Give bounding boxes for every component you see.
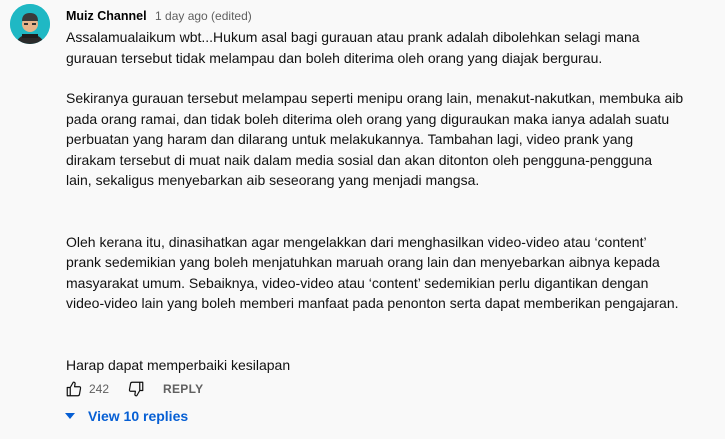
comment-line: Assalamualaikum wbt...Hukum asal bagi gu… [66,29,640,45]
view-replies-button[interactable]: View 10 replies [60,406,188,426]
comment-line: dirakam tersebut di muat naik dalam medi… [66,151,653,168]
thumbs-up-icon [66,381,82,397]
comment-paragraph: Sekiranya gurauan tersebut melampau sepe… [66,88,716,191]
author-name[interactable]: Muiz Channel [66,9,147,23]
comment-paragraph: Oleh kerana itu, dinasihatkan agar menge… [66,232,716,314]
caret-down-icon [60,406,80,426]
comment-line: Sekiranya gurauan tersebut melampau sepe… [66,90,684,106]
comment-line: pada orang ramai, dan tidak boleh diteri… [66,110,670,127]
avatar[interactable] [10,4,50,44]
comment-paragraph: Assalamualaikum wbt...Hukum asal bagi gu… [66,27,716,68]
comment-action-toolbar: 242 REPLY [63,378,203,400]
comment-line: Harap dapat memperbaiki kesilapan [66,356,291,373]
comment-line: video-video lain yang boleh memberi manf… [66,295,679,311]
comment-body: Assalamualaikum wbt...Hukum asal bagi gu… [66,27,716,375]
comment-line: perbuatan yang haram dan dilarang untuk … [66,131,634,147]
reply-button[interactable]: REPLY [163,382,203,396]
dislike-button[interactable] [125,378,147,400]
like-button[interactable] [63,378,85,400]
comment-line: prank sedemikian yang boleh menjatuhkan … [66,254,660,270]
comment-timestamp[interactable]: 1 day ago (edited) [155,9,252,23]
comment-line: lain, sekaligus menyebarkan aib seseoran… [66,172,480,188]
comment-line: Oleh kerana itu, dinasihatkan agar menge… [66,233,647,250]
comment-line: masyarakat umum. Sebaiknya, video-video … [66,274,649,291]
comment-thread: Muiz Channel 1 day ago (edited) Assalamu… [0,0,725,439]
like-count: 242 [89,382,110,396]
avatar-image [10,4,50,44]
comment-header: Muiz Channel 1 day ago (edited) [66,8,252,24]
comment-line: gurauan tersebut tidak melampau dan bole… [66,49,603,66]
view-replies-label: View 10 replies [88,408,189,424]
thumbs-down-icon [128,381,144,397]
comment-paragraph: Harap dapat memperbaiki kesilapan [66,355,716,376]
